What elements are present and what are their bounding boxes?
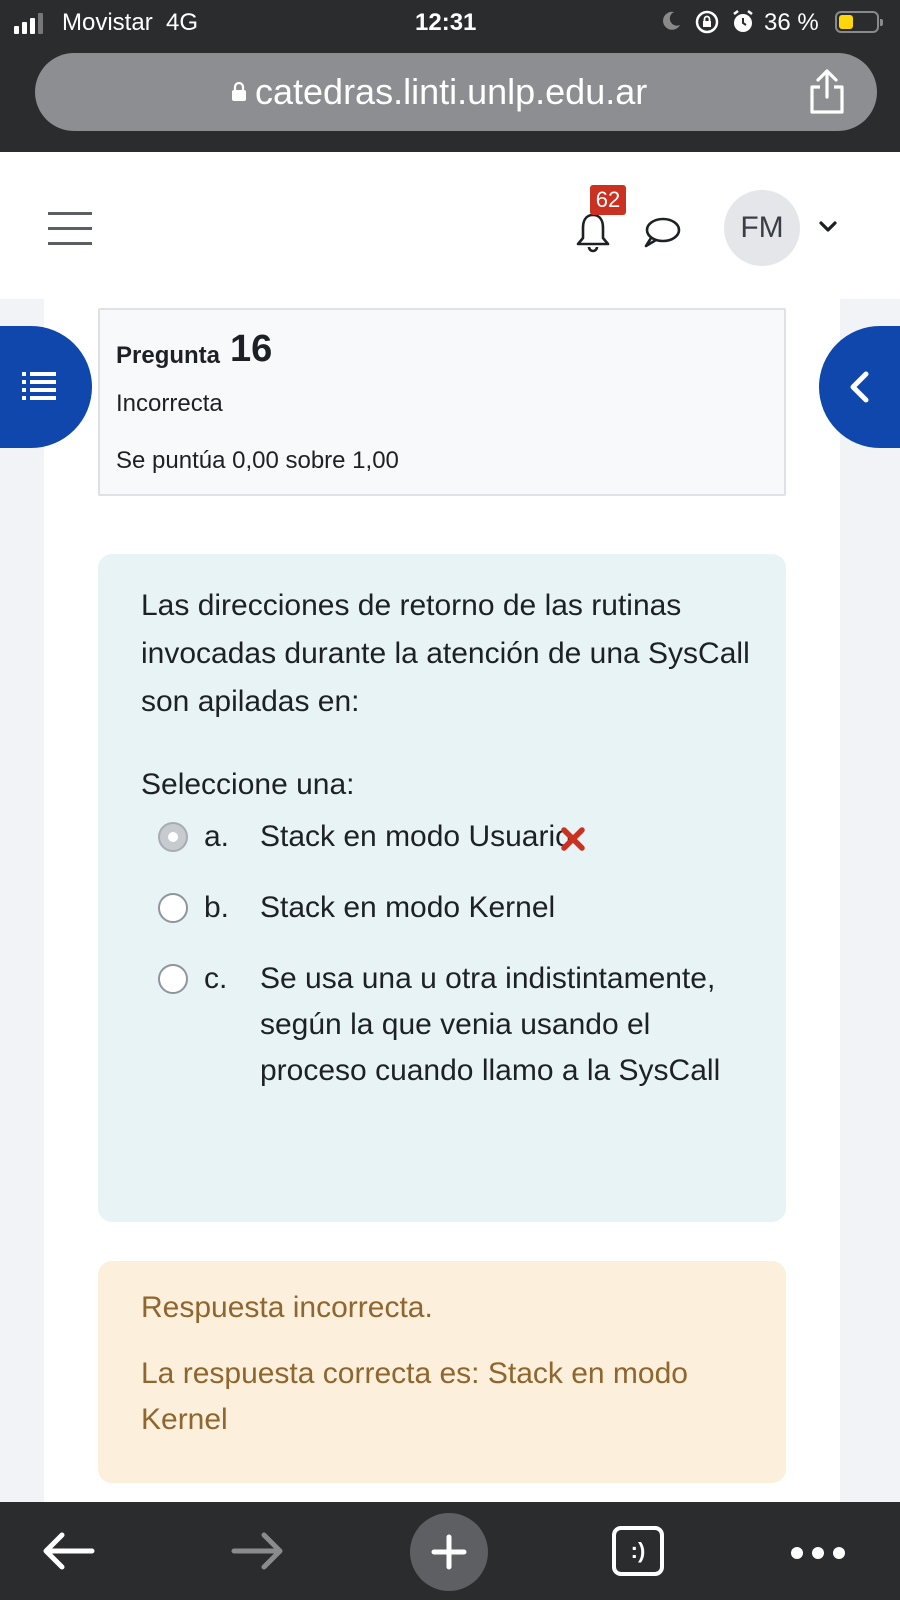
hamburger-icon[interactable] [48, 212, 92, 246]
radio-button-selected[interactable] [158, 822, 188, 852]
orientation-lock-icon [695, 10, 719, 34]
battery-percent: 36 % [764, 9, 819, 36]
feedback-status: Respuesta incorrecta. [141, 1291, 433, 1324]
back-arrow-icon[interactable] [40, 1530, 96, 1572]
question-formulation: Las direcciones de retorno de las rutina… [98, 554, 786, 1222]
option-text: Se usa una u otra indistintamente, según… [260, 962, 721, 1087]
moon-icon [663, 11, 680, 30]
site-header: 62 FM [0, 152, 900, 299]
feedback-box: Respuesta incorrecta. La respuesta corre… [98, 1261, 786, 1483]
option-letter: a. [204, 820, 230, 853]
answer-option-a[interactable]: a. Stack en modo Usuario [158, 814, 758, 860]
question-grade: Se puntúa 0,00 sobre 1,00 [116, 447, 399, 474]
answer-prompt: Seleccione una: [141, 768, 355, 801]
tabs-icon[interactable]: :) [612, 1526, 664, 1576]
question-label: Pregunta [116, 342, 221, 369]
answer-option-c[interactable]: c. Se usa una u otra indistintamente, se… [158, 956, 758, 1140]
forward-arrow-icon[interactable] [230, 1530, 286, 1572]
question-text: Las direcciones de retorno de las rutina… [141, 589, 750, 718]
chevron-left-icon [850, 371, 869, 403]
chevron-down-icon[interactable] [818, 218, 838, 236]
clock: 12:31 [415, 9, 477, 36]
option-text: Stack en modo Kernel [260, 891, 556, 924]
notification-count-badge: 62 [590, 185, 626, 215]
page-content: Pregunta 16 Incorrecta Se puntúa 0,00 so… [44, 299, 840, 1502]
bell-icon[interactable] [574, 210, 612, 254]
alarm-icon [733, 10, 753, 32]
option-text: Stack en modo Usuario [260, 820, 572, 853]
radio-button[interactable] [158, 893, 188, 923]
question-info-box: Pregunta 16 Incorrecta Se puntúa 0,00 so… [98, 308, 786, 496]
incorrect-x-icon [561, 827, 585, 851]
list-icon [22, 372, 56, 400]
signal-icon [14, 12, 43, 34]
chat-icon[interactable] [641, 214, 681, 250]
carrier-label: Movistar 4G [62, 9, 199, 36]
question-number: 16 [230, 328, 273, 370]
browser-toolbar: :) [0, 1502, 900, 1600]
question-state: Incorrecta [116, 390, 223, 417]
option-letter: c. [204, 962, 228, 995]
padlock-icon [232, 82, 246, 101]
battery-fill [839, 15, 853, 29]
user-avatar[interactable]: FM [724, 190, 800, 266]
new-tab-button[interactable] [410, 1513, 488, 1591]
radio-button[interactable] [158, 964, 188, 994]
network-label: 4G [166, 9, 199, 36]
answer-option-b[interactable]: b. Stack en modo Kernel [158, 885, 758, 931]
address-bar[interactable]: catedras.linti.unlp.edu.ar [35, 53, 877, 131]
battery-icon [835, 11, 883, 33]
more-icon[interactable] [790, 1546, 846, 1560]
browser-chrome-top: Movistar 4G 12:31 36 % catedras.linti.un… [0, 0, 900, 152]
status-bar: Movistar 4G 12:31 36 % [0, 0, 900, 46]
share-icon[interactable] [808, 69, 846, 115]
url-text[interactable]: catedras.linti.unlp.edu.ar [255, 71, 647, 113]
plus-icon [431, 1534, 467, 1570]
option-letter: b. [204, 891, 230, 924]
correct-answer-text: La respuesta correcta es: Stack en modo … [141, 1357, 688, 1436]
